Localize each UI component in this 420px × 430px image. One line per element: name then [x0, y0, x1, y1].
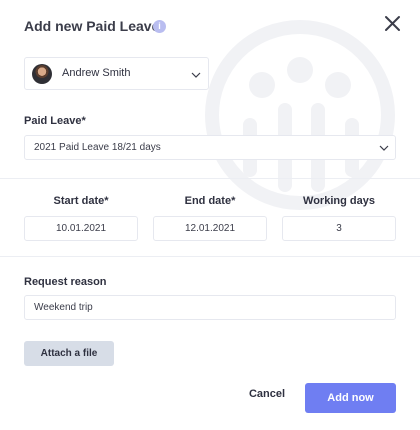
paid-leave-value: 2021 Paid Leave 18/21 days — [34, 142, 161, 153]
working-days-field[interactable]: 3 — [282, 216, 396, 241]
chevron-down-icon — [191, 72, 201, 78]
working-days-value: 3 — [336, 223, 342, 234]
working-days-label: Working days — [303, 195, 375, 207]
start-date-label: Start date* — [53, 195, 109, 207]
employee-name: Andrew Smith — [62, 67, 131, 79]
start-date-value: 10.01.2021 — [55, 223, 107, 234]
request-reason-value: Weekend trip — [34, 302, 93, 313]
employee-select[interactable]: Andrew Smith — [24, 57, 209, 90]
info-icon[interactable]: i — [153, 20, 166, 33]
paid-leave-label: Paid Leave* — [24, 115, 86, 127]
end-date-value: 12.01.2021 — [184, 223, 236, 234]
start-date-input[interactable]: 10.01.2021 — [24, 216, 138, 241]
cancel-button[interactable]: Cancel — [240, 388, 294, 400]
close-icon[interactable] — [384, 15, 401, 32]
avatar — [32, 64, 52, 84]
divider — [0, 178, 420, 179]
chevron-down-icon — [379, 145, 389, 151]
request-reason-label: Request reason — [24, 276, 107, 288]
attach-file-button[interactable]: Attach a file — [24, 341, 114, 366]
paid-leave-select[interactable]: 2021 Paid Leave 18/21 days — [24, 135, 396, 160]
add-now-button[interactable]: Add now — [305, 383, 396, 413]
request-reason-input[interactable]: Weekend trip — [24, 295, 396, 320]
end-date-label: End date* — [184, 195, 236, 207]
dialog-title: Add new Paid Leave — [24, 18, 160, 34]
divider — [0, 256, 420, 257]
end-date-input[interactable]: 12.01.2021 — [153, 216, 267, 241]
